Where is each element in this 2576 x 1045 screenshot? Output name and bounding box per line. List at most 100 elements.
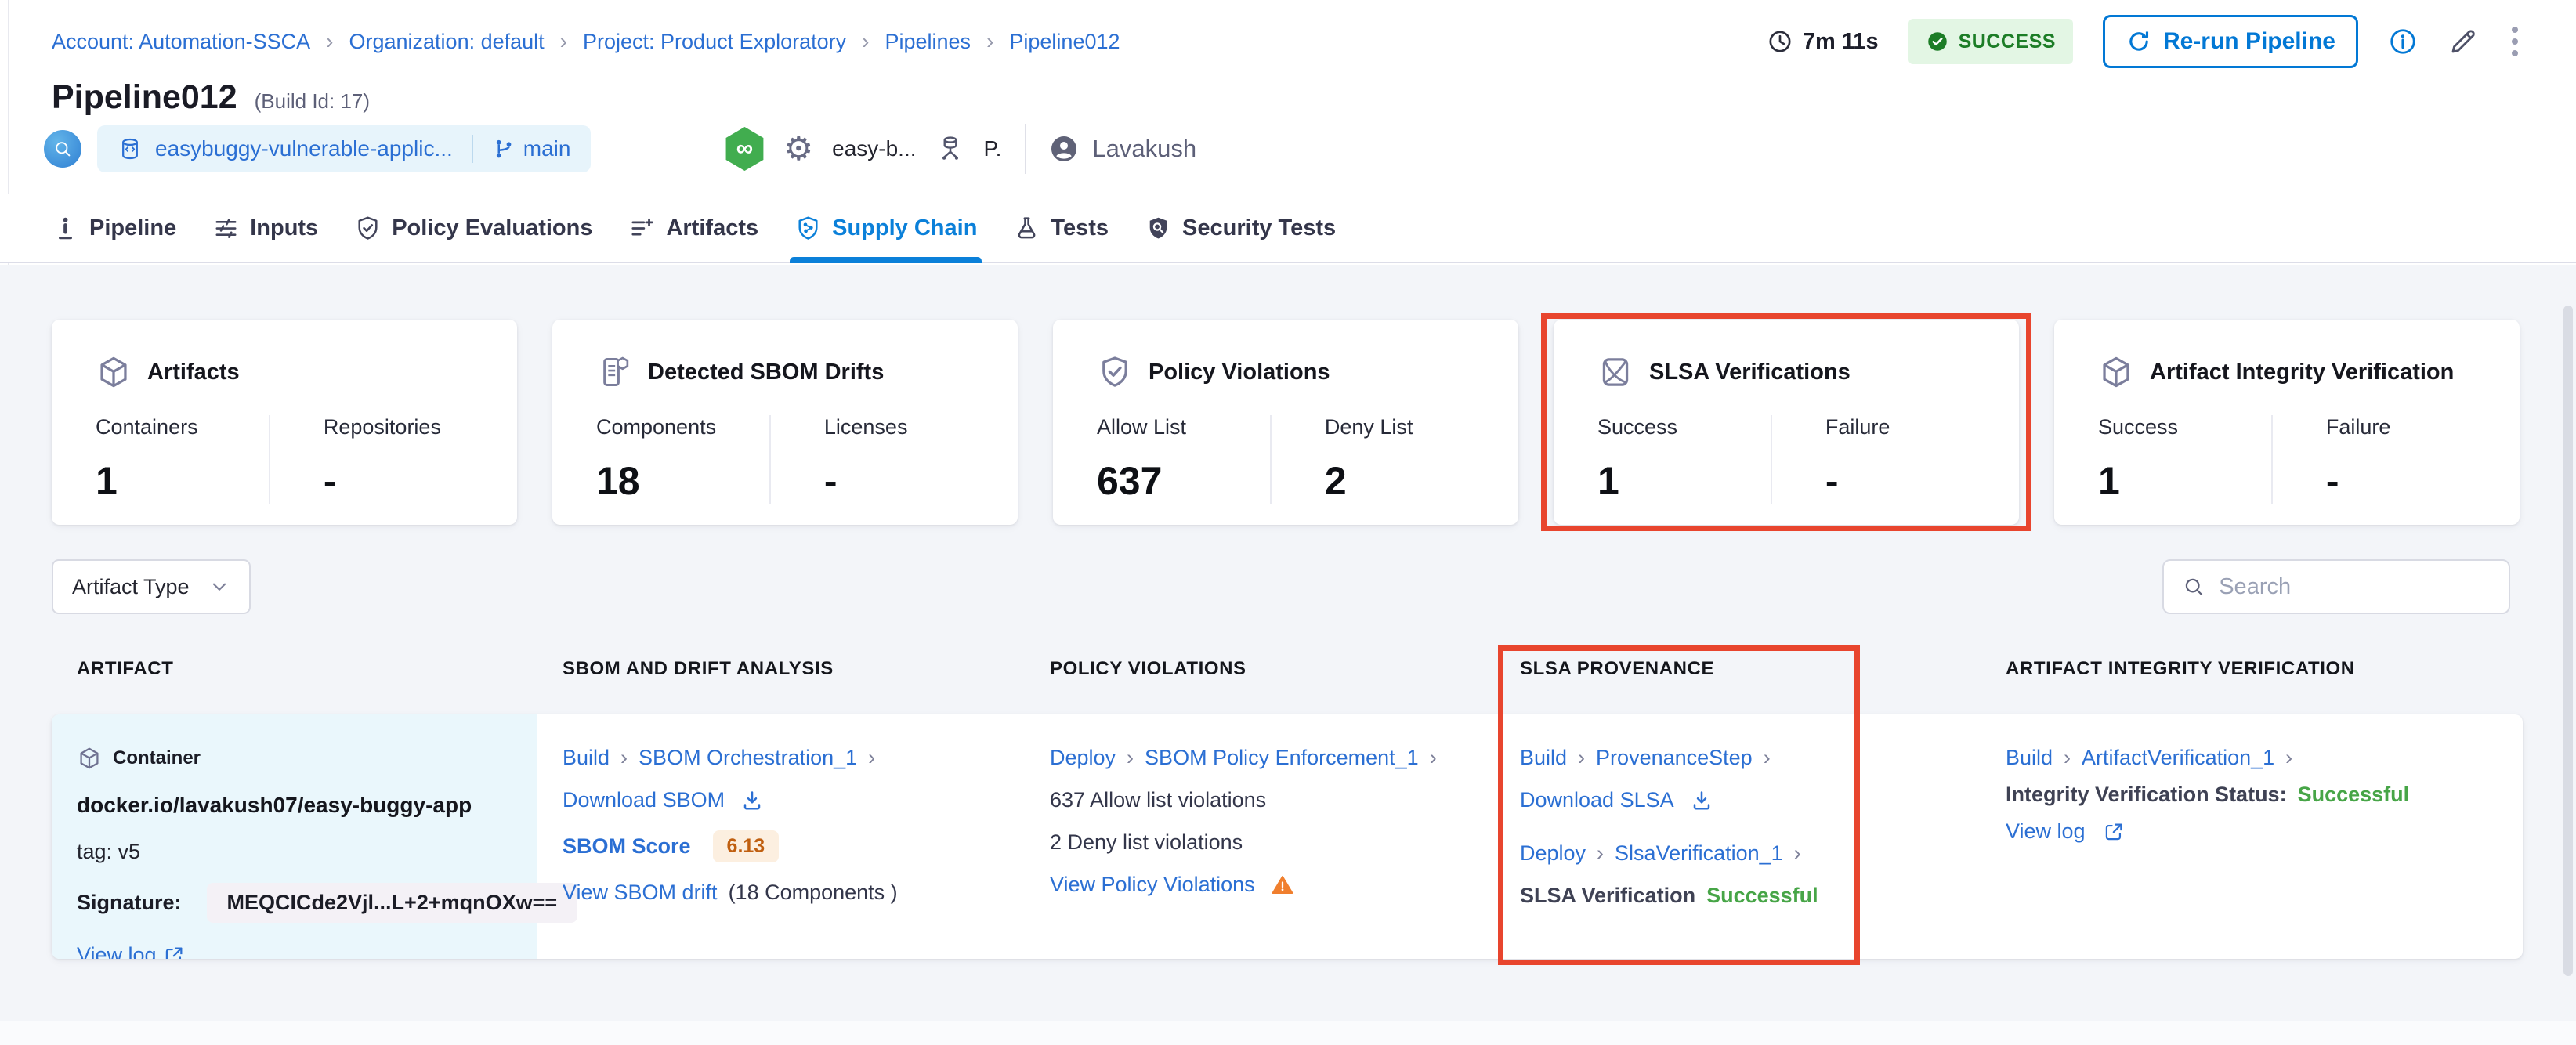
repository-chip[interactable]: easybuggy-vulnerable-applic... main bbox=[97, 125, 592, 172]
list-plus-icon bbox=[628, 215, 656, 242]
sbom-score-link[interactable]: SBOM Score bbox=[563, 834, 691, 859]
chevron-right-icon: › bbox=[1763, 746, 1771, 769]
deny-list-violations: 2 Deny list violations bbox=[1050, 830, 1243, 854]
chevron-right-icon: › bbox=[2285, 746, 2293, 769]
page-title: Pipeline012 bbox=[52, 78, 237, 116]
slsa-build-stage-link[interactable]: Build bbox=[1520, 746, 1567, 770]
breadcrumb-pipelines[interactable]: Pipelines bbox=[885, 30, 971, 54]
rerun-label: Re-run Pipeline bbox=[2162, 28, 2335, 54]
pipeline-icon bbox=[52, 215, 79, 242]
chevron-right-icon: › bbox=[862, 29, 870, 53]
breadcrumb-project[interactable]: Project: Product Exploratory bbox=[583, 30, 846, 54]
tab-label: Inputs bbox=[250, 215, 319, 240]
chevron-right-icon: › bbox=[1578, 746, 1586, 769]
col-header-sbom: SBOM AND DRIFT ANALYSIS bbox=[563, 658, 834, 679]
download-sbom-link[interactable]: Download SBOM bbox=[563, 788, 725, 812]
pencil-icon bbox=[2448, 26, 2479, 57]
view-log-link[interactable]: View log bbox=[2006, 819, 2086, 844]
trigger-stage-name: P. bbox=[983, 136, 1002, 161]
chevron-right-icon: › bbox=[1127, 746, 1134, 769]
shield-nodes-icon bbox=[794, 215, 822, 242]
sbom-scroll-icon bbox=[596, 354, 632, 390]
chevron-right-icon: › bbox=[326, 29, 334, 53]
tab-tests[interactable]: Tests bbox=[1013, 194, 1109, 262]
stat-components: Components 18 bbox=[596, 415, 717, 503]
user-name: Lavakush bbox=[1092, 135, 1197, 162]
search-input[interactable] bbox=[2219, 573, 2490, 600]
supply-chain-content: Artifacts Containers 1 Repositories - De… bbox=[0, 265, 2576, 1045]
tab-supply-chain[interactable]: Supply Chain bbox=[790, 194, 982, 263]
stat-integrity-success: Success 1 bbox=[2098, 415, 2179, 503]
repository-icon bbox=[118, 136, 143, 161]
slsa-certificate-icon bbox=[1597, 354, 1634, 390]
cell-sbom-drift: Build › SBOM Orchestration_1 › Download … bbox=[537, 714, 1025, 959]
slsa-deploy-stage-link[interactable]: Deploy bbox=[1520, 841, 1586, 866]
rerun-pipeline-button[interactable]: Re-run Pipeline bbox=[2102, 15, 2358, 68]
artifact-type-label: Artifact Type bbox=[72, 574, 190, 598]
vertical-scrollbar[interactable] bbox=[2563, 306, 2573, 976]
tab-pipeline[interactable]: Pipeline bbox=[52, 194, 176, 262]
warning-triangle-icon bbox=[1271, 873, 1294, 897]
artifact-type-dropdown[interactable]: Artifact Type bbox=[52, 559, 251, 614]
allow-list-violations: 637 Allow list violations bbox=[1050, 788, 1267, 812]
execution-duration: 7m 11s bbox=[1767, 28, 1879, 55]
artifact-tag: tag: v5 bbox=[77, 840, 141, 863]
sbom-stage-link[interactable]: Build bbox=[563, 746, 610, 770]
breadcrumb-organization[interactable]: Organization: default bbox=[349, 30, 545, 54]
policy-step-link[interactable]: SBOM Policy Enforcement_1 bbox=[1145, 746, 1419, 770]
check-circle-icon bbox=[1926, 30, 1949, 53]
kebab-dot bbox=[2512, 38, 2518, 45]
chevron-right-icon: › bbox=[2064, 746, 2071, 769]
integrity-status-label: Integrity Verification Status: bbox=[2006, 783, 2287, 806]
tab-label: Pipeline bbox=[89, 215, 177, 240]
tab-security-tests[interactable]: Security Tests bbox=[1145, 194, 1336, 262]
card-title: Policy Violations bbox=[1149, 359, 1330, 385]
info-icon bbox=[2388, 27, 2418, 56]
col-header-artifact: ARTIFACT bbox=[77, 658, 174, 679]
tab-artifacts[interactable]: Artifacts bbox=[628, 194, 758, 262]
artifact-verification-step-link[interactable]: ArtifactVerification_1 bbox=[2082, 746, 2274, 770]
more-options-button[interactable] bbox=[2509, 24, 2521, 60]
repository-name: easybuggy-vulnerable-applic... bbox=[155, 136, 453, 161]
sliders-icon bbox=[212, 215, 240, 242]
chevron-right-icon: › bbox=[1793, 841, 1801, 865]
tab-inputs[interactable]: Inputs bbox=[212, 194, 318, 262]
refresh-icon bbox=[2126, 28, 2152, 55]
gear-icon: ⚙ bbox=[783, 130, 814, 167]
pill-divider bbox=[471, 135, 473, 163]
stat-repositories: Repositories - bbox=[268, 415, 489, 504]
cell-artifact-integrity: Build › ArtifactVerification_1 › Integri… bbox=[1981, 714, 2523, 959]
kebab-dot bbox=[2512, 27, 2518, 33]
slsa-verification-step-link[interactable]: SlsaVerification_1 bbox=[1615, 841, 1783, 866]
view-policy-violations-link[interactable]: View Policy Violations bbox=[1050, 873, 1255, 897]
tab-policy-evaluations[interactable]: Policy Evaluations bbox=[354, 194, 592, 262]
breadcrumb-account[interactable]: Account: Automation-SSCA bbox=[52, 30, 310, 54]
info-button[interactable] bbox=[2388, 27, 2418, 56]
view-log-link[interactable]: View log bbox=[77, 943, 157, 959]
sbom-step-link[interactable]: SBOM Orchestration_1 bbox=[639, 746, 857, 770]
signature-value: MEQCICde2Vjl...L+2+mqnOXw== bbox=[206, 883, 578, 923]
trigger-pipeline-name: easy-b... bbox=[832, 136, 917, 161]
stat-allow-list: Allow List 637 bbox=[1097, 415, 1187, 503]
branch-name: main bbox=[523, 136, 571, 161]
card-sbom-drifts: Detected SBOM Drifts Components 18 Licen… bbox=[552, 320, 1018, 525]
shield-check-icon bbox=[1097, 354, 1133, 390]
download-slsa-link[interactable]: Download SLSA bbox=[1520, 788, 1674, 812]
branch-chip[interactable]: main bbox=[492, 136, 571, 161]
policy-stage-link[interactable]: Deploy bbox=[1050, 746, 1116, 770]
stat-licenses: Licenses - bbox=[769, 415, 990, 504]
cube-icon bbox=[2098, 354, 2134, 390]
provenance-step-link[interactable]: ProvenanceStep bbox=[1596, 746, 1753, 770]
integrity-stage-link[interactable]: Build bbox=[2006, 746, 2053, 770]
user-avatar-icon bbox=[1048, 133, 1080, 165]
stat-slsa-success: Success 1 bbox=[1597, 415, 1678, 503]
pipeline-execution-page: Account: Automation-SSCA › Organization:… bbox=[0, 0, 2576, 1045]
view-sbom-drift-link[interactable]: View SBOM drift bbox=[563, 880, 718, 905]
card-slsa-verifications: SLSA Verifications Success 1 Failure - bbox=[1541, 313, 2031, 531]
header-actions: 7m 11s SUCCESS Re-run Pipeline bbox=[1767, 15, 2521, 68]
signature-label: Signature: bbox=[77, 891, 182, 914]
execution-tabs: Pipeline Inputs Policy Evaluations Artif… bbox=[0, 194, 2576, 263]
edit-pipeline-button[interactable] bbox=[2448, 26, 2479, 57]
triggered-by-user: Lavakush bbox=[1048, 133, 1196, 165]
breadcrumb-pipeline012[interactable]: Pipeline012 bbox=[1009, 30, 1120, 54]
